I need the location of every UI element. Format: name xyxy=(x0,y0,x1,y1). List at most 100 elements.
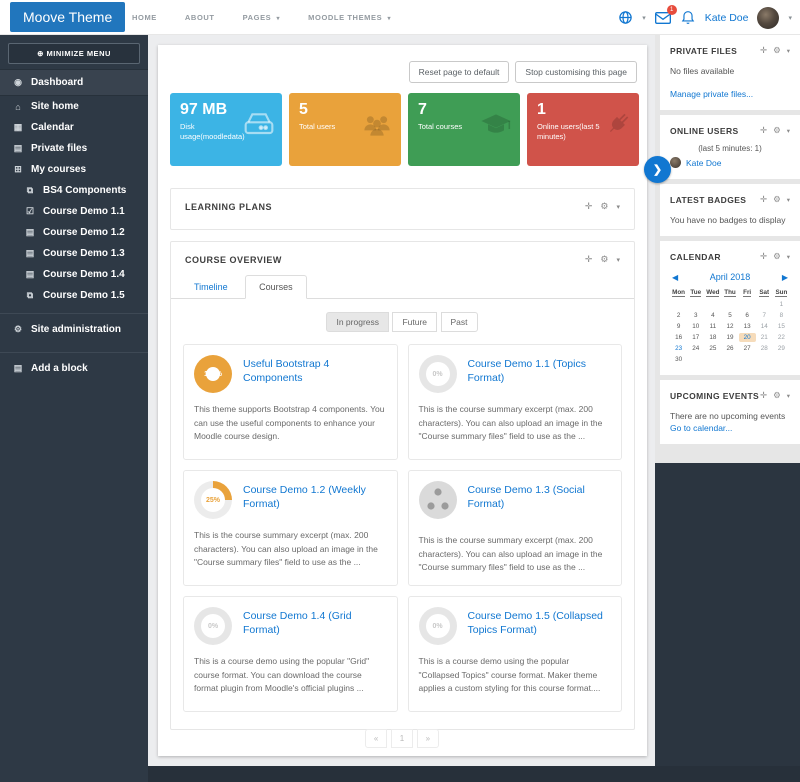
tab-timeline[interactable]: Timeline xyxy=(181,276,241,298)
pagination-next[interactable]: » xyxy=(417,729,439,748)
calendar-day xyxy=(687,300,704,309)
message-count-badge: 1 xyxy=(667,5,677,15)
sidebar-item-private-files[interactable]: ▤Private files xyxy=(0,138,148,159)
chevron-down-icon[interactable]: ▾ xyxy=(787,196,790,204)
notifications-bell-icon[interactable] xyxy=(680,10,696,26)
brand-logo[interactable]: Moove Theme xyxy=(10,2,125,32)
calendar-day xyxy=(670,300,687,309)
chevron-down-icon[interactable]: ▾ xyxy=(787,127,790,135)
pagination-prev[interactable]: « xyxy=(365,729,387,748)
sidebar-item-my-courses[interactable]: ⊞My courses xyxy=(0,159,148,180)
calendar-day: 14 xyxy=(756,322,773,331)
stop-customising-button[interactable]: Stop customising this page xyxy=(515,61,637,83)
block-settings-gear-icon[interactable]: ⚙ xyxy=(773,251,781,262)
move-block-icon[interactable]: ✛ xyxy=(760,251,767,262)
minimize-menu-button[interactable]: ⊕ MINIMIZE MENU xyxy=(8,43,140,64)
move-block-icon[interactable]: ✛ xyxy=(760,390,767,401)
block-settings-gear-icon[interactable]: ⚙ xyxy=(773,390,781,401)
sidebar-item-calendar[interactable]: ▦Calendar xyxy=(0,117,148,138)
calendar-day: 3 xyxy=(687,311,704,320)
nav-moodle-themes[interactable]: MOODLE THEMES ▾ xyxy=(294,0,405,35)
chevron-down-icon[interactable]: ▾ xyxy=(616,203,620,211)
weekday-header: Wed xyxy=(704,289,721,298)
filter-past[interactable]: Past xyxy=(441,312,478,332)
sidebar-item-site-home[interactable]: ⌂Site home xyxy=(0,96,148,117)
sidebar-item-dashboard[interactable]: ◉Dashboard xyxy=(0,69,148,96)
calendar-day: 16 xyxy=(670,333,687,342)
nav-pages[interactable]: PAGES ▾ xyxy=(229,0,295,35)
course-filter-group: In progress Future Past xyxy=(171,312,634,332)
course-link[interactable]: Course Demo 1.5 (Collapsed Topics Format… xyxy=(468,607,612,637)
folder-icon: ▤ xyxy=(24,227,36,238)
chevron-down-icon[interactable]: ▾ xyxy=(787,253,790,261)
upcoming-events-empty-text: There are no upcoming events xyxy=(670,411,790,421)
sidebar-item-course-demo-1-1[interactable]: ☑Course Demo 1.1 xyxy=(0,201,148,222)
move-block-icon[interactable]: ✛ xyxy=(585,201,593,212)
course-card: Course Demo 1.3 (Social Format) This is … xyxy=(408,470,623,586)
reset-page-button[interactable]: Reset page to default xyxy=(409,61,510,83)
calendar-month-label[interactable]: April 2018 xyxy=(710,272,751,282)
nav-home[interactable]: HOME xyxy=(118,0,171,35)
course-link[interactable]: Course Demo 1.2 (Weekly Format) xyxy=(243,481,387,511)
blocks-drawer: PRIVATE FILES ✛ ⚙ ▾ No files available M… xyxy=(655,35,800,463)
calendar-day: 26 xyxy=(721,344,738,353)
chevron-down-icon[interactable]: ▾ xyxy=(616,256,620,264)
course-link[interactable]: Useful Bootstrap 4 Components xyxy=(243,355,387,385)
block-settings-gear-icon[interactable]: ⚙ xyxy=(773,125,781,136)
progress-donut: 0% xyxy=(419,607,457,645)
go-to-calendar-link[interactable]: Go to calendar... xyxy=(670,423,790,433)
sidebar-item-course-demo-1-4[interactable]: ▤Course Demo 1.4 xyxy=(0,264,148,285)
sidebar-item-course-demo-1-3[interactable]: ▤Course Demo 1.3 xyxy=(0,243,148,264)
online-user-link[interactable]: Kate Doe xyxy=(686,158,721,168)
sidebar-item-course-demo-1-5[interactable]: ⧉Course Demo 1.5 xyxy=(0,285,148,306)
move-block-icon[interactable]: ✛ xyxy=(760,125,767,136)
progress-donut: 25% xyxy=(194,481,232,519)
plug-icon xyxy=(602,109,632,144)
block-settings-gear-icon[interactable]: ⚙ xyxy=(600,254,608,265)
block-settings-gear-icon[interactable]: ⚙ xyxy=(600,201,608,212)
user-menu-name[interactable]: Kate Doe xyxy=(705,12,749,24)
tab-courses[interactable]: Courses xyxy=(245,275,307,299)
chevron-down-icon[interactable]: ▾ xyxy=(642,14,646,22)
sidebar-item-add-a-block[interactable]: ▤Add a block xyxy=(0,352,148,384)
sidebar-item-course-demo-1-2[interactable]: ▤Course Demo 1.2 xyxy=(0,222,148,243)
course-link[interactable]: Course Demo 1.4 (Grid Format) xyxy=(243,607,387,637)
calendar-block: CALENDAR ✛ ⚙ ▾ ◀ April 2018 ▶ Mon Tue We… xyxy=(660,241,800,375)
nav-about[interactable]: ABOUT xyxy=(171,0,229,35)
chevron-down-icon[interactable]: ▾ xyxy=(787,47,790,55)
pagination-page-1[interactable]: 1 xyxy=(391,729,413,748)
move-block-icon[interactable]: ✛ xyxy=(760,194,767,205)
block-settings-gear-icon[interactable]: ⚙ xyxy=(773,45,781,56)
calendar-prev-month-icon[interactable]: ◀ xyxy=(672,273,678,282)
manage-private-files-link[interactable]: Manage private files... xyxy=(670,89,790,99)
graduation-cap-icon xyxy=(479,109,513,146)
course-link[interactable]: Course Demo 1.1 (Topics Format) xyxy=(468,355,612,385)
folder-icon: ▤ xyxy=(24,248,36,259)
blocks-drawer-toggle[interactable]: ❯ xyxy=(644,156,671,183)
messages-icon[interactable]: 1 xyxy=(655,10,671,26)
calendar-day-today[interactable]: 20 xyxy=(739,333,756,342)
filter-in-progress[interactable]: In progress xyxy=(326,312,389,332)
sidebar-item-bs4-components[interactable]: ⧉BS4 Components xyxy=(0,180,148,201)
calendar-day-with-event[interactable]: 23 xyxy=(670,344,687,353)
folder-icon: ▤ xyxy=(24,269,36,280)
upcoming-events-title: UPCOMING EVENTS xyxy=(670,391,759,401)
filter-future[interactable]: Future xyxy=(392,312,437,332)
calendar-next-month-icon[interactable]: ▶ xyxy=(782,273,788,282)
calendar-day: 10 xyxy=(687,322,704,331)
block-settings-gear-icon[interactable]: ⚙ xyxy=(773,194,781,205)
move-block-icon[interactable]: ✛ xyxy=(760,45,767,56)
move-block-icon[interactable]: ✛ xyxy=(585,254,593,265)
online-users-block: ONLINE USERS ✛ ⚙ ▾ (last 5 minutes: 1) K… xyxy=(660,115,800,179)
calendar-day: 11 xyxy=(704,322,721,331)
primary-nav: HOME ABOUT PAGES ▾ MOODLE THEMES ▾ xyxy=(118,0,405,35)
stat-disk-usage: 97 MB Disk usage(moodledata) xyxy=(170,93,282,166)
minimize-icon: ⊕ xyxy=(37,49,44,58)
course-link[interactable]: Course Demo 1.3 (Social Format) xyxy=(468,481,612,511)
user-avatar[interactable] xyxy=(757,7,779,29)
online-users-title: ONLINE USERS xyxy=(670,126,739,136)
sidebar-item-site-administration[interactable]: ⚙Site administration xyxy=(0,313,148,345)
language-globe-icon[interactable] xyxy=(617,10,633,26)
chevron-down-icon[interactable]: ▾ xyxy=(788,14,792,22)
chevron-down-icon[interactable]: ▾ xyxy=(787,392,790,400)
